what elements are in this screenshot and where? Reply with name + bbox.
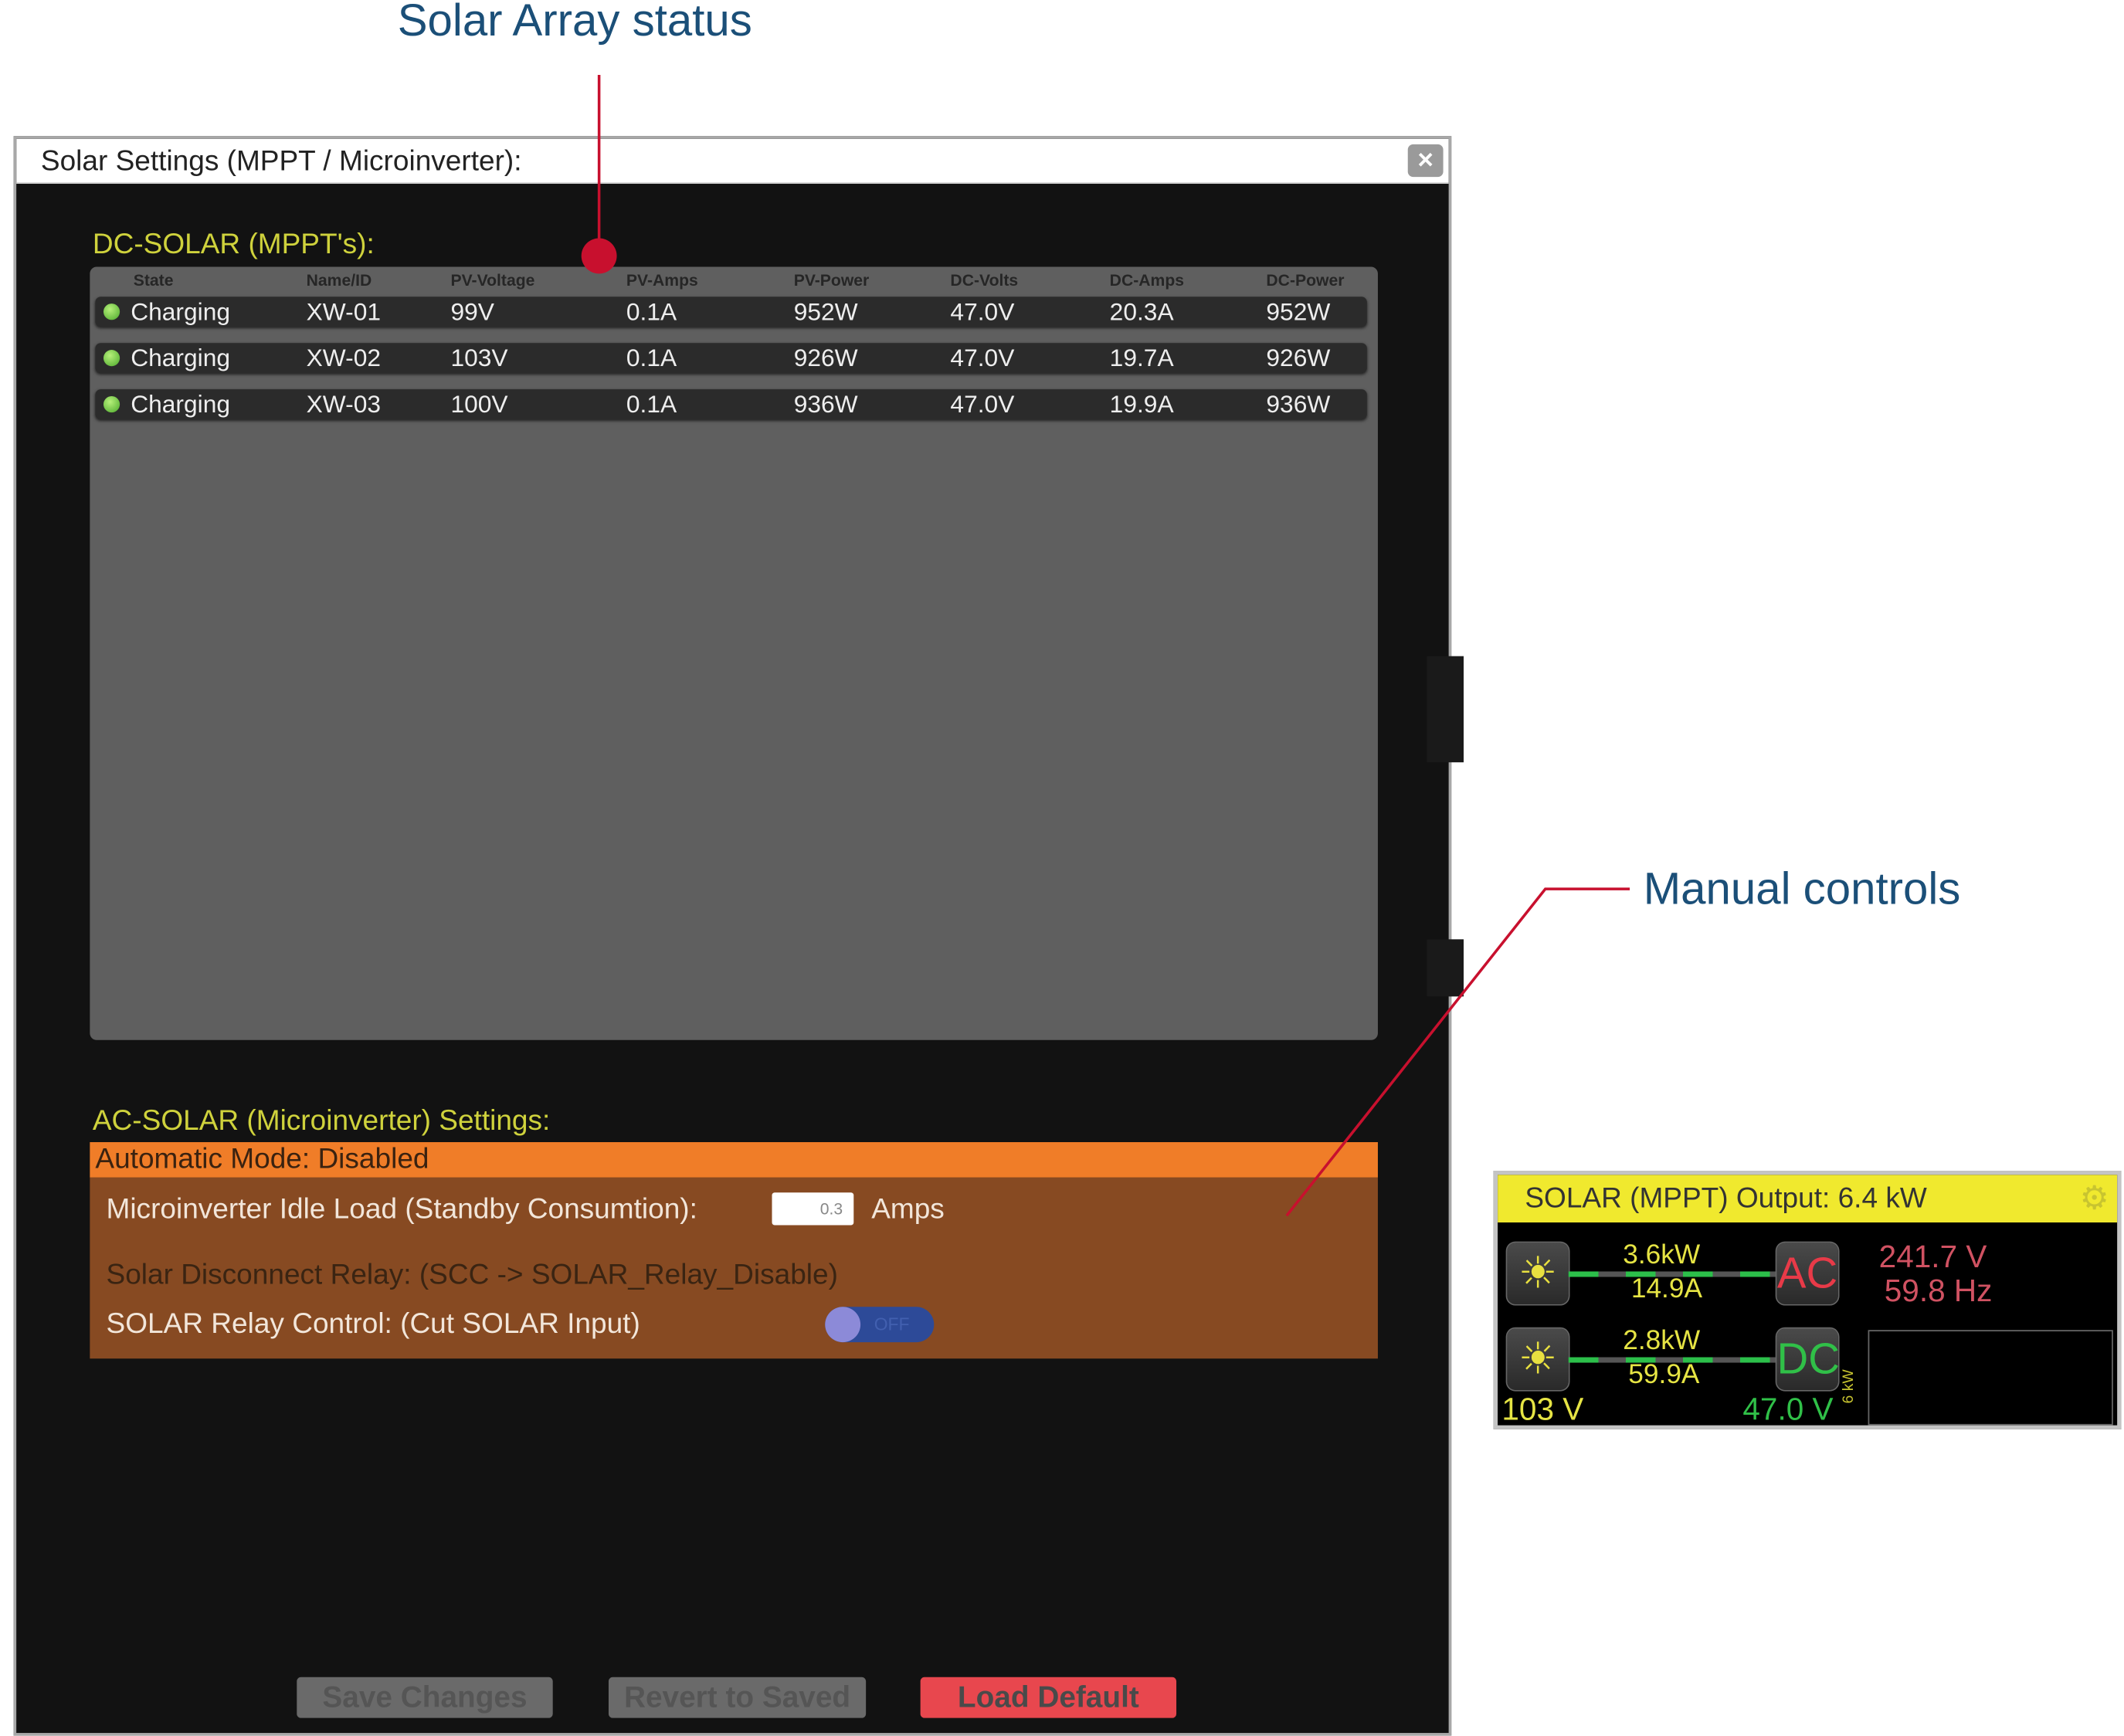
- sun-icon: ☀: [1507, 1243, 1569, 1304]
- widget-header: SOLAR (MPPT) Output: 6.4 kW ⚙: [1498, 1175, 2118, 1222]
- ac-current: 14.9A: [1630, 1273, 1702, 1304]
- sun-icon: ☀: [1507, 1328, 1569, 1390]
- ac-power: 3.6kW: [1623, 1239, 1701, 1270]
- chart-scale-label: 6 kW: [1841, 1369, 1858, 1404]
- dc-icon: DC: [1776, 1328, 1840, 1390]
- power-chart: [1868, 1330, 2113, 1426]
- status-leader-dot: [581, 238, 617, 274]
- solar-output-widget: SOLAR (MPPT) Output: 6.4 kW ⚙ ☀ 3.6kW 14…: [1493, 1171, 2122, 1429]
- controls-leader-line: [1285, 887, 1630, 1217]
- dc-current: 59.9A: [1628, 1360, 1700, 1390]
- ac-voltage: 241.7 V: [1878, 1239, 1987, 1274]
- gear-icon[interactable]: ⚙: [2080, 1179, 2109, 1219]
- widget-title: SOLAR (MPPT) Output: 6.4 kW: [1525, 1182, 1927, 1215]
- pv-voltage: 103 V: [1501, 1391, 1584, 1427]
- dc-voltage: 47.0 V: [1742, 1391, 1834, 1427]
- ac-icon: AC: [1776, 1243, 1838, 1304]
- dc-power: 2.8kW: [1623, 1325, 1701, 1356]
- ac-frequency: 59.8 Hz: [1884, 1273, 1993, 1309]
- annotation-lines: [581, 74, 1630, 1217]
